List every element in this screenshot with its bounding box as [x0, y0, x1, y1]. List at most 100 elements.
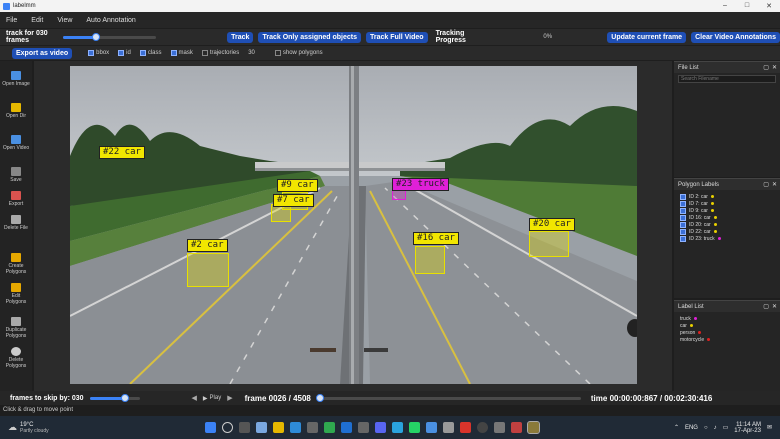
checkbox-box[interactable] [680, 200, 686, 207]
float-panel-icon[interactable]: ▢ [763, 181, 769, 188]
annotation-label-2[interactable]: #2 car [187, 239, 228, 252]
menu-view[interactable]: View [57, 17, 72, 24]
label-list-item[interactable]: motorcycle [674, 336, 780, 343]
delete-polygons-tool[interactable]: Delete Polygons [2, 347, 30, 369]
maximize-icon[interactable]: □ [736, 2, 758, 10]
show-polygons-checkbox[interactable]: show polygons [274, 50, 323, 56]
discord-icon[interactable] [375, 422, 386, 433]
edit-polygons-tool[interactable]: Edit Polygons [2, 283, 30, 305]
class-checkbox[interactable]: class [139, 50, 162, 56]
search-icon[interactable] [222, 422, 233, 433]
checkbox-box[interactable] [680, 193, 686, 200]
track-full-video-button[interactable]: Track Full Video [366, 31, 428, 43]
terminal-icon[interactable] [307, 422, 318, 433]
delete-file-tool[interactable]: Delete File [2, 215, 30, 231]
checkbox-box[interactable] [680, 214, 686, 221]
next-frame-icon[interactable]: ▶ [227, 394, 232, 402]
previous-frame-icon[interactable]: ◀ [192, 394, 197, 402]
minimize-icon[interactable]: – [714, 2, 736, 10]
app-icon[interactable] [511, 422, 522, 433]
frame-slider[interactable] [316, 393, 581, 402]
polygon-label-item[interactable]: ID 22: car [674, 228, 780, 235]
menu-file[interactable]: File [6, 17, 17, 24]
keyboard-language[interactable]: ENG [685, 425, 698, 431]
file-explorer-icon[interactable] [273, 422, 284, 433]
telegram-icon[interactable] [392, 422, 403, 433]
save-tool[interactable]: Save [2, 167, 30, 183]
close-panel-icon[interactable]: ✕ [772, 181, 777, 188]
vscode-icon[interactable] [341, 422, 352, 433]
menu-edit[interactable]: Edit [31, 17, 43, 24]
app-icon[interactable] [443, 422, 454, 433]
wifi-icon[interactable]: ○ [704, 425, 708, 431]
whatsapp-icon[interactable] [409, 422, 420, 433]
menu-auto-annotation[interactable]: Auto Annotation [86, 17, 135, 24]
frames-skip-slider[interactable] [89, 393, 140, 402]
labelmm-taskbar-icon[interactable] [527, 421, 540, 434]
widgets-icon[interactable] [256, 422, 267, 433]
close-panel-icon[interactable]: ✕ [772, 64, 777, 71]
open-dir-tool[interactable]: Open Dir [2, 103, 30, 119]
file-search-input[interactable]: Search Filename [678, 75, 776, 83]
app-icon[interactable] [494, 422, 505, 433]
bbox-car-2[interactable] [187, 253, 229, 287]
open-image-tool[interactable]: Open Image [2, 71, 30, 87]
annotation-label-7[interactable]: #7 car [273, 194, 314, 207]
label-list-item[interactable]: car [674, 322, 780, 329]
volume-icon[interactable]: ♪ [714, 425, 717, 431]
track-button[interactable]: Track [227, 31, 254, 43]
trajectories-length-input[interactable]: 30 [248, 50, 255, 56]
bbox-checkbox[interactable]: bbox [88, 50, 109, 56]
annotation-label-16[interactable]: #16 car [413, 232, 459, 245]
annotation-label-20[interactable]: #20 car [529, 218, 575, 231]
chevron-up-icon[interactable]: ⌃ [674, 424, 679, 431]
annotation-label-23[interactable]: #23 truck [392, 178, 449, 191]
checkbox-box[interactable] [680, 221, 686, 228]
track-frames-slider[interactable] [62, 32, 157, 41]
polygon-label-item[interactable]: ID 9: car [674, 207, 780, 214]
export-video-button[interactable]: Export as video [12, 47, 73, 59]
label-list-item[interactable]: person [674, 329, 780, 336]
close-icon[interactable]: ✕ [758, 2, 780, 10]
label-list-item[interactable]: truck [674, 315, 780, 322]
export-tool[interactable]: Export [2, 191, 30, 207]
create-polygons-tool[interactable]: Create Polygons [2, 253, 30, 275]
track-assigned-button[interactable]: Track Only assigned objects [258, 31, 361, 43]
app-icon[interactable] [426, 422, 437, 433]
checkbox-box[interactable] [680, 207, 686, 214]
trajectories-checkbox[interactable]: trajectories [201, 50, 239, 56]
play-button[interactable]: ▶ Play [203, 395, 221, 402]
duplicate-polygons-tool[interactable]: Duplicate Polygons [2, 317, 30, 339]
app-icon[interactable] [460, 422, 471, 433]
polygon-label-item[interactable]: ID 23: truck [674, 235, 780, 242]
float-panel-icon[interactable]: ▢ [763, 303, 769, 310]
checkbox-box[interactable] [680, 235, 686, 242]
chrome-icon[interactable] [324, 422, 335, 433]
app-icon[interactable] [358, 422, 369, 433]
annotation-canvas[interactable]: #22 car #9 car #7 car #23 truck #2 car #… [34, 61, 672, 391]
notifications-icon[interactable]: ✉ [767, 424, 772, 431]
open-video-tool[interactable]: Open Video [2, 135, 30, 151]
bbox-car-20[interactable] [529, 231, 569, 257]
polygon-label-item[interactable]: ID 7: car [674, 200, 780, 207]
clear-video-annotations-button[interactable]: Clear Video Annotations [691, 31, 780, 43]
start-icon[interactable] [205, 422, 216, 433]
polygon-label-item[interactable]: ID 16: car [674, 214, 780, 221]
video-frame[interactable]: #22 car #9 car #7 car #23 truck #2 car #… [70, 66, 637, 384]
bbox-car-16[interactable] [415, 246, 445, 274]
float-panel-icon[interactable]: ▢ [763, 64, 769, 71]
battery-icon[interactable]: ▭ [723, 424, 729, 431]
checkbox-box[interactable] [680, 228, 686, 235]
weather-widget[interactable]: ☁ 19°C Partly cloudy [0, 422, 120, 434]
annotation-label-9[interactable]: #9 car [277, 179, 318, 192]
close-panel-icon[interactable]: ✕ [772, 303, 777, 310]
update-current-frame-button[interactable]: Update current frame [607, 31, 687, 43]
edge-icon[interactable] [290, 422, 301, 433]
id-checkbox[interactable]: id [118, 50, 131, 56]
mask-checkbox[interactable]: mask [170, 50, 193, 56]
annotation-label-22[interactable]: #22 car [99, 146, 145, 159]
polygon-label-item[interactable]: ID 2: car [674, 193, 780, 200]
polygon-label-item[interactable]: ID 20: car [674, 221, 780, 228]
clock[interactable]: 11:14 AM 17-Apr-23 [734, 422, 761, 434]
task-view-icon[interactable] [239, 422, 250, 433]
